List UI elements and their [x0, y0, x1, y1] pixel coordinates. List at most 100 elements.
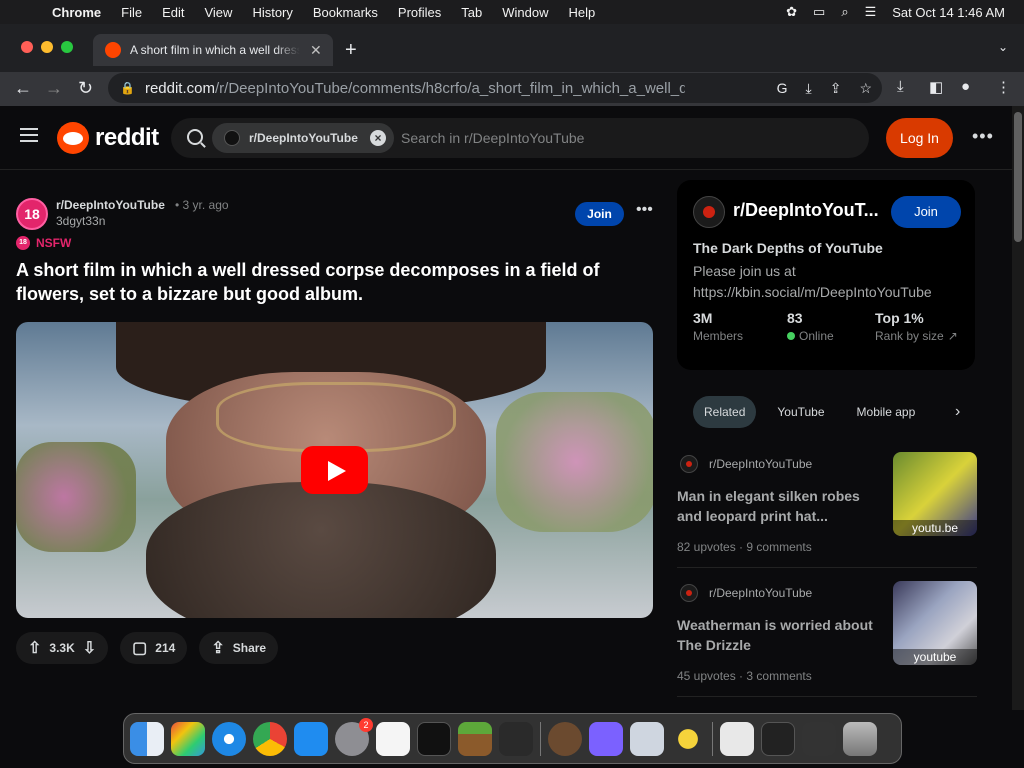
external-link-icon[interactable]: ↗: [948, 329, 958, 343]
menu-edit[interactable]: Edit: [162, 5, 184, 20]
menu-file[interactable]: File: [121, 5, 142, 20]
screen-mirror-icon[interactable]: ▭: [813, 4, 825, 20]
related-sub-name[interactable]: r/DeepIntoYouTube: [709, 457, 812, 471]
menu-view[interactable]: View: [204, 5, 232, 20]
related-post-thumbnail[interactable]: youtube: [893, 581, 977, 665]
tab-related[interactable]: Related: [693, 396, 757, 428]
chevron-right-icon[interactable]: ›: [955, 403, 960, 421]
finder-icon[interactable]: [130, 721, 164, 756]
menubar-datetime[interactable]: Sat Oct 14 1:46 AM: [892, 5, 1005, 20]
post-subreddit-link[interactable]: r/DeepIntoYouTube: [56, 198, 165, 212]
address-bar[interactable]: 🔒 reddit.com/r/DeepIntoYouTube/comments/…: [108, 73, 882, 103]
trash-icon[interactable]: [843, 721, 877, 756]
terminal-icon[interactable]: [417, 721, 451, 756]
system-settings-icon[interactable]: 2: [335, 717, 373, 756]
side-panel-icon[interactable]: ◧: [929, 78, 943, 96]
login-button[interactable]: Log In: [886, 118, 953, 158]
window-close-button[interactable]: [21, 41, 33, 53]
comments-button[interactable]: ▢ 214: [120, 632, 188, 664]
bookmark-star-icon[interactable]: ☆: [859, 80, 872, 97]
bee-app-icon[interactable]: [671, 721, 705, 756]
control-center-icon[interactable]: ☰: [865, 4, 877, 20]
subreddit-avatar[interactable]: 18: [16, 198, 48, 230]
tab-search-chevron-icon[interactable]: ⌄: [998, 40, 1008, 54]
reddit-logo-icon[interactable]: [57, 122, 89, 154]
notch-app-icon[interactable]: [589, 721, 623, 756]
tab-close-icon[interactable]: ✕: [310, 42, 322, 59]
menu-profiles[interactable]: Profiles: [398, 5, 441, 20]
menu-app-name[interactable]: Chrome: [52, 5, 101, 20]
chrome-menu-icon[interactable]: ⋮: [996, 78, 1011, 96]
community-avatar[interactable]: [693, 196, 725, 228]
install-app-icon[interactable]: ⤓: [806, 80, 812, 97]
menu-help[interactable]: Help: [569, 5, 596, 20]
menu-bookmarks[interactable]: Bookmarks: [313, 5, 378, 20]
upvote-arrow-icon[interactable]: ⇧: [28, 638, 41, 658]
chrome-icon[interactable]: [253, 721, 287, 756]
browser-tab-active[interactable]: A short film in which a well dressed cor…: [93, 34, 333, 66]
app-store-icon[interactable]: [294, 721, 328, 756]
share-page-icon[interactable]: ⇪: [830, 80, 842, 97]
related-post-1[interactable]: r/DeepIntoYouTube Man in elegant silken …: [677, 452, 977, 568]
window-zoom-button[interactable]: [61, 41, 73, 53]
video-thumbnail-flowers-left: [16, 442, 136, 552]
related-sub-name[interactable]: r/DeepIntoYouTube: [709, 586, 812, 600]
hamburger-menu-icon[interactable]: [20, 128, 38, 142]
post-overflow-icon[interactable]: •••: [636, 201, 653, 219]
reddit-wordmark[interactable]: reddit: [95, 124, 159, 152]
address-url[interactable]: reddit.com/r/DeepIntoYouTube/comments/h8…: [145, 80, 685, 97]
related-post-title[interactable]: Man in elegant silken robes and leopard …: [677, 486, 883, 526]
youtube-play-icon[interactable]: [301, 446, 368, 494]
chip-clear-icon[interactable]: ×: [370, 130, 386, 146]
lock-icon[interactable]: 🔒: [120, 81, 135, 95]
menu-tab[interactable]: Tab: [461, 5, 482, 20]
search-subreddit-chip[interactable]: r/DeepIntoYouTube ×: [212, 123, 394, 153]
related-post-thumbnail[interactable]: youtu.be: [893, 452, 977, 536]
tab-mobile-app[interactable]: Mobile app: [846, 396, 927, 428]
search-bar[interactable]: r/DeepIntoYouTube × Search in r/DeepInto…: [171, 118, 869, 158]
profile-avatar-icon[interactable]: ●: [961, 78, 970, 95]
menu-history[interactable]: History: [252, 5, 292, 20]
google-lens-icon[interactable]: G: [777, 80, 788, 97]
post-title[interactable]: A short film in which a well dressed cor…: [16, 258, 636, 306]
related-post-2[interactable]: r/DeepIntoYouTube Weatherman is worried …: [677, 581, 977, 697]
stat-rank: Top 1% Rank by size ↗: [875, 310, 958, 343]
community-join-button[interactable]: Join: [891, 196, 961, 228]
bee-status-icon[interactable]: ✿: [786, 4, 797, 20]
recent-window-3-icon[interactable]: [802, 721, 836, 756]
embedded-video-player[interactable]: [16, 322, 653, 618]
window-minimize-button[interactable]: [41, 41, 53, 53]
related-post-title[interactable]: Weatherman is worried about The Drizzle: [677, 615, 883, 655]
scrollbar-thumb[interactable]: [1014, 112, 1022, 242]
stat-online: 83 Online: [787, 310, 834, 343]
menu-window[interactable]: Window: [502, 5, 548, 20]
forward-arrow-icon[interactable]: →: [45, 78, 63, 99]
textedit-icon[interactable]: [376, 721, 410, 756]
reload-icon[interactable]: ↻: [78, 78, 93, 99]
safari-icon[interactable]: [212, 721, 246, 756]
spotlight-search-icon[interactable]: ⌕: [841, 4, 848, 20]
share-button[interactable]: ⇪ Share: [199, 632, 279, 664]
rank-value: Top 1%: [875, 310, 924, 326]
chatgpt-icon[interactable]: [499, 721, 533, 756]
online-label: Online: [799, 329, 834, 343]
downloads-icon[interactable]: ⤓: [897, 78, 904, 95]
launchpad-icon[interactable]: [171, 721, 205, 756]
search-input[interactable]: Search in r/DeepIntoYouTube: [401, 130, 584, 146]
recent-window-2-icon[interactable]: [761, 721, 795, 756]
dock-separator: [540, 721, 541, 756]
recent-window-1-icon[interactable]: [720, 721, 754, 756]
thumbnail-domain: youtu.be: [893, 520, 977, 536]
post-join-button[interactable]: Join: [575, 202, 624, 226]
community-name[interactable]: r/DeepIntoYouT...: [733, 200, 883, 221]
new-tab-button[interactable]: +: [345, 39, 357, 62]
downloads-dock-icon[interactable]: [548, 721, 582, 756]
tab-youtube[interactable]: YouTube: [766, 396, 835, 428]
minecraft-icon[interactable]: [458, 721, 492, 756]
post-author-link[interactable]: 3dgyt33n: [56, 214, 105, 228]
preferences-gear-icon[interactable]: [630, 721, 664, 756]
header-more-icon[interactable]: •••: [972, 126, 994, 147]
video-thumbnail-glasses: [216, 382, 456, 452]
back-arrow-icon[interactable]: ←: [14, 78, 32, 99]
downvote-arrow-icon[interactable]: ⇩: [83, 638, 96, 658]
